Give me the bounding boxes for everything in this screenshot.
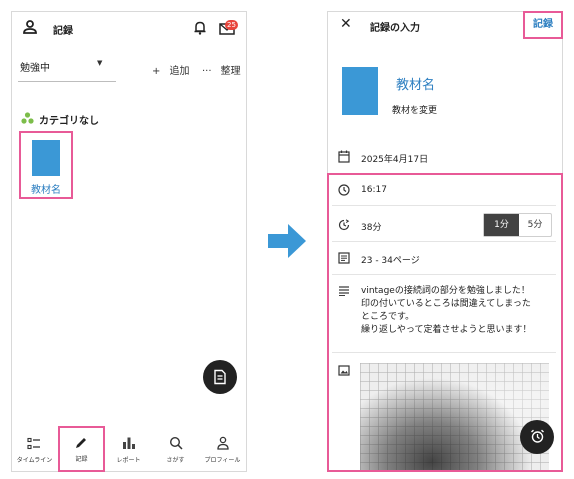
- divider: [332, 274, 556, 275]
- timer-icon: [338, 219, 350, 231]
- material-card[interactable]: 教材名: [19, 131, 73, 199]
- subject-select-value: 勉強中: [20, 63, 50, 74]
- category-title: カテゴリなし: [39, 116, 99, 127]
- memo-line: 印の付いているところは間違えてしまった: [361, 299, 531, 309]
- bottom-nav: タイムライン 記録 レポート さがす プロフィール: [11, 426, 247, 472]
- step-5min-option[interactable]: 5分: [519, 214, 551, 236]
- add-label: 追加: [169, 66, 190, 77]
- alarm-fab[interactable]: [520, 420, 554, 454]
- notification-badge: 25: [225, 20, 238, 30]
- step-toggle: 1分 5分: [483, 213, 552, 237]
- nav-report[interactable]: レポート: [105, 426, 152, 472]
- more-icon: ···: [202, 66, 212, 77]
- flow-arrow-icon: [268, 224, 306, 258]
- nav-label: さがす: [166, 457, 185, 464]
- memo-line: vintageの接続詞の部分を勉強しました！: [361, 286, 530, 296]
- material-cover: [32, 140, 60, 176]
- page-icon: [338, 252, 350, 264]
- date-field[interactable]: 2025年4月17日: [361, 152, 428, 165]
- attached-photo[interactable]: [360, 363, 549, 470]
- chevron-down-icon: ▼: [97, 59, 103, 67]
- organize-button[interactable]: ··· 整理: [202, 59, 241, 78]
- nav-search[interactable]: さがす: [152, 426, 199, 472]
- subject-select[interactable]: 勉強中 ▼: [18, 50, 116, 82]
- search-icon: [169, 436, 183, 450]
- nav-label: 記録: [75, 456, 88, 463]
- nav-label: タイムライン: [16, 457, 53, 464]
- material-name: 教材名: [31, 185, 61, 196]
- change-material-link[interactable]: 教材を変更: [392, 103, 437, 116]
- pencil-icon: [76, 438, 86, 448]
- divider: [332, 241, 556, 242]
- material-cover: [342, 67, 378, 115]
- bar-chart-icon: [123, 437, 135, 449]
- image-icon: [338, 365, 350, 376]
- divider: [332, 205, 556, 206]
- user-icon[interactable]: [22, 19, 38, 35]
- memo-field[interactable]: vintageの接続詞の部分を勉強しました！ 印の付いているところは間違えてしま…: [361, 285, 531, 337]
- add-button[interactable]: + 追加: [152, 59, 189, 78]
- add-record-fab[interactable]: [203, 360, 237, 394]
- memo-icon: [339, 286, 349, 296]
- bell-icon[interactable]: [193, 20, 207, 35]
- page-title: 記録の入力: [370, 23, 420, 34]
- time-field[interactable]: 16:17: [361, 185, 387, 195]
- alarm-clock-icon: [531, 429, 544, 443]
- nav-label: プロフィール: [204, 457, 241, 464]
- clock-icon: [338, 184, 350, 196]
- nav-timeline[interactable]: タイムライン: [11, 426, 58, 472]
- plus-icon: +: [152, 66, 161, 77]
- organize-label: 整理: [220, 66, 241, 77]
- step-1min-option[interactable]: 1分: [484, 214, 519, 236]
- pages-field[interactable]: 23 - 34ページ: [361, 253, 420, 266]
- nav-record[interactable]: 記録: [58, 426, 105, 472]
- close-icon[interactable]: ✕: [340, 16, 352, 32]
- note-icon: [214, 369, 226, 385]
- timeline-icon: [27, 437, 40, 450]
- record-submit-label: 記録: [533, 19, 553, 30]
- page-title: 記録: [53, 26, 73, 37]
- duration-field[interactable]: 38分: [361, 220, 381, 233]
- memo-line: ところです。: [361, 312, 415, 322]
- divider: [332, 352, 556, 353]
- calendar-icon: [338, 150, 350, 163]
- profile-icon: [217, 436, 229, 450]
- nav-profile[interactable]: プロフィール: [199, 426, 246, 472]
- material-name: 教材名: [396, 78, 436, 93]
- record-submit-button[interactable]: 記録: [523, 11, 563, 39]
- category-icon: [21, 112, 34, 124]
- memo-line: 繰り返しやって定着させようと思います！: [361, 325, 532, 335]
- nav-label: レポート: [116, 457, 141, 464]
